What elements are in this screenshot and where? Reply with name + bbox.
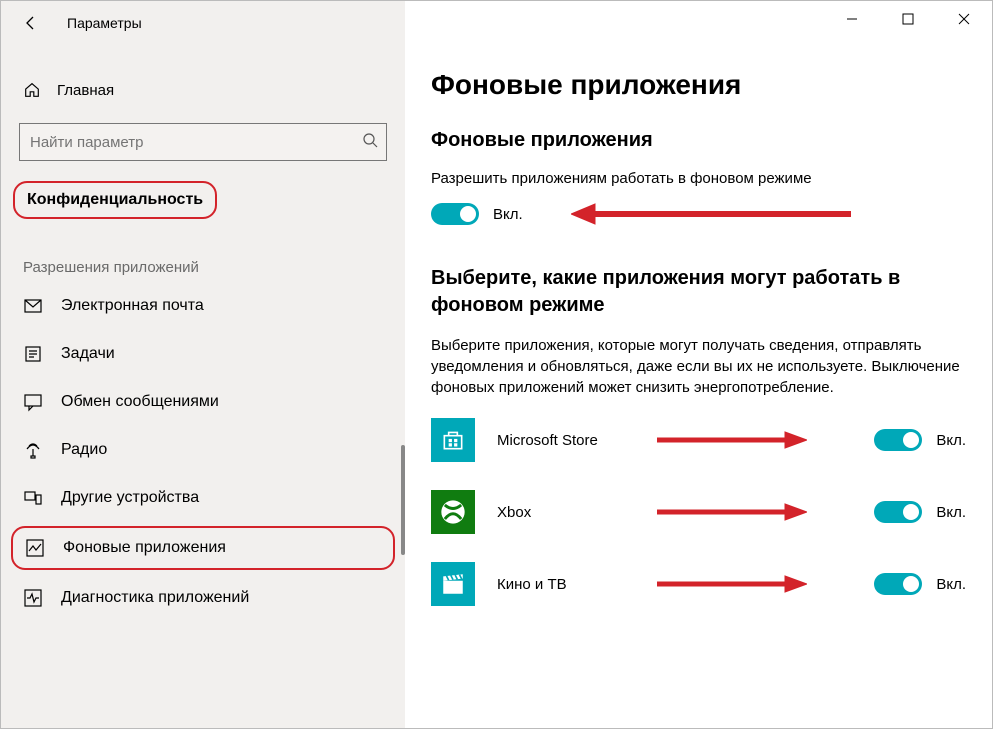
window-title: Параметры <box>67 15 142 31</box>
devices-icon <box>23 488 43 508</box>
sidebar-item-label: Радио <box>61 441 107 459</box>
app-row-xbox: Xbox Вкл. <box>431 490 966 534</box>
sidebar-item-diagnostics[interactable]: Диагностика приложений <box>1 574 405 622</box>
nav-home[interactable]: Главная <box>1 71 405 109</box>
master-toggle-state: Вкл. <box>493 206 523 223</box>
app-name: Xbox <box>497 504 657 521</box>
main-content: Фоновые приложения Фоновые приложения Ра… <box>405 1 992 728</box>
app-name: Microsoft Store <box>497 432 657 449</box>
close-icon <box>958 13 970 25</box>
sidebar-item-label: Задачи <box>61 345 115 363</box>
app-name: Кино и ТВ <box>497 576 657 593</box>
sidebar-item-messaging[interactable]: Обмен сообщениями <box>1 378 405 426</box>
radio-icon <box>23 440 43 460</box>
annotation-arrow-icon <box>657 572 807 596</box>
window-minimize-button[interactable] <box>824 1 880 37</box>
search-input-wrap[interactable] <box>19 123 387 161</box>
sidebar-item-email[interactable]: Электронная почта <box>1 282 405 330</box>
app-row-store: Microsoft Store Вкл. <box>431 418 966 462</box>
app-toggle-xbox[interactable] <box>874 501 922 523</box>
app-toggle-state: Вкл. <box>936 504 966 521</box>
app-row-movies: Кино и ТВ Вкл. <box>431 562 966 606</box>
store-icon <box>431 418 475 462</box>
nav-home-label: Главная <box>57 82 114 99</box>
annotation-arrow-icon <box>657 500 807 524</box>
sidebar-item-other-devices[interactable]: Другие устройства <box>1 474 405 522</box>
home-icon <box>23 81 41 99</box>
section-bg-apps-title: Фоновые приложения <box>431 129 966 152</box>
app-toggle-store[interactable] <box>874 429 922 451</box>
xbox-icon <box>431 490 475 534</box>
maximize-icon <box>902 13 914 25</box>
app-toggle-movies[interactable] <box>874 573 922 595</box>
movies-icon <box>431 562 475 606</box>
sidebar: Параметры Главная Конфиденциальность Раз… <box>1 1 405 728</box>
annotation-arrow-icon <box>657 428 807 452</box>
search-icon <box>362 132 378 152</box>
back-button[interactable] <box>13 5 49 41</box>
master-toggle[interactable] <box>431 203 479 225</box>
sidebar-item-label: Другие устройства <box>61 489 199 507</box>
window-maximize-button[interactable] <box>880 1 936 37</box>
category-privacy[interactable]: Конфиденциальность <box>13 181 217 219</box>
sidebar-item-radio[interactable]: Радио <box>1 426 405 474</box>
tasks-icon <box>23 344 43 364</box>
section-choose-apps-desc: Выберите приложения, которые могут получ… <box>431 335 961 398</box>
app-toggle-state: Вкл. <box>936 432 966 449</box>
sidebar-item-label: Диагностика приложений <box>61 589 249 607</box>
sidebar-item-label: Обмен сообщениями <box>61 393 219 411</box>
chat-icon <box>23 392 43 412</box>
search-input[interactable] <box>30 134 362 151</box>
master-toggle-desc: Разрешить приложениям работать в фоновом… <box>431 168 961 189</box>
sidebar-item-label: Фоновые приложения <box>63 539 226 557</box>
annotation-arrow-icon <box>571 199 851 229</box>
minimize-icon <box>846 13 858 25</box>
app-toggle-state: Вкл. <box>936 576 966 593</box>
background-icon <box>25 538 45 558</box>
sidebar-item-background-apps[interactable]: Фоновые приложения <box>11 526 395 570</box>
arrow-left-icon <box>23 15 39 31</box>
mail-icon <box>23 296 43 316</box>
sidebar-item-label: Электронная почта <box>61 297 204 315</box>
section-choose-apps-title: Выберите, какие приложения могут работат… <box>431 265 966 319</box>
sidebar-subheading: Разрешения приложений <box>23 259 405 276</box>
sidebar-item-tasks[interactable]: Задачи <box>1 330 405 378</box>
window-close-button[interactable] <box>936 1 992 37</box>
page-title: Фоновые приложения <box>431 69 966 101</box>
diagnostics-icon <box>23 588 43 608</box>
